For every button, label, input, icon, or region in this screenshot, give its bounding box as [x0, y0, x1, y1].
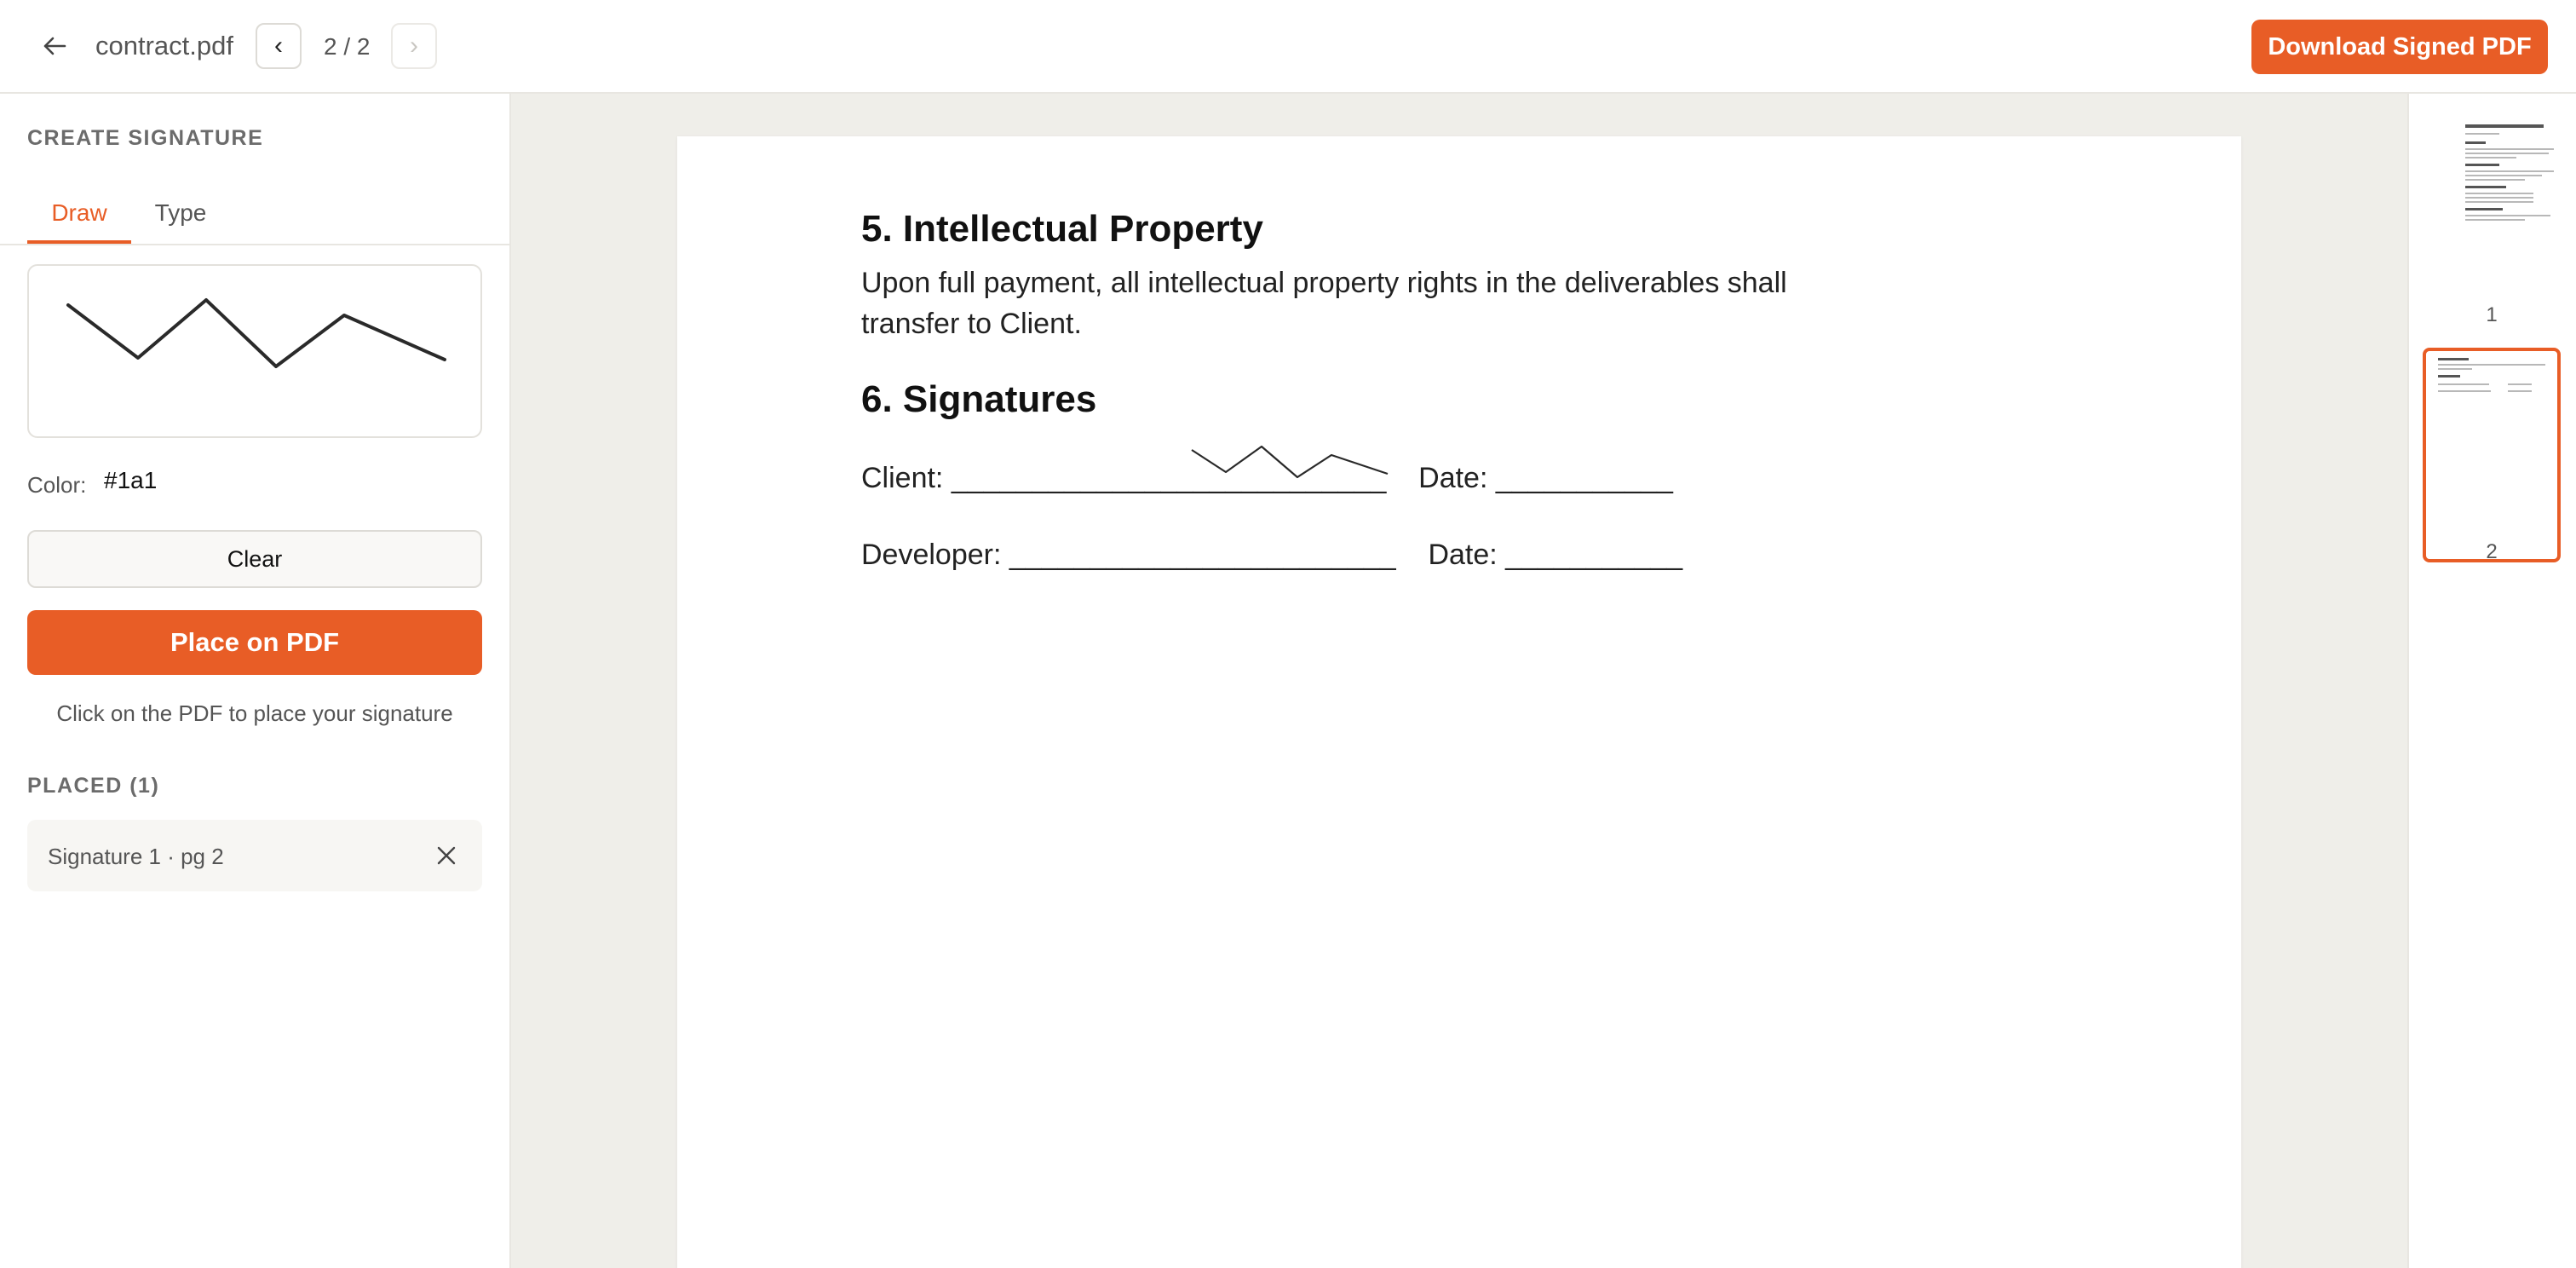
section-heading-signatures: 6. Signatures	[861, 378, 1097, 420]
page-thumbnails: 1 2	[2407, 94, 2576, 1268]
pdf-page[interactable]: 5. Intellectual Property Upon full payme…	[677, 136, 2241, 1268]
clear-button[interactable]: Clear	[27, 530, 482, 588]
page-thumbnail-1[interactable]: 1	[2423, 111, 2561, 326]
placed-signature[interactable]	[1188, 445, 1401, 487]
tab-type[interactable]: Type	[136, 191, 225, 244]
remove-signature-button[interactable]	[433, 842, 460, 869]
signature-mode-tabs: Draw Type	[0, 179, 509, 245]
signature-draw-canvas[interactable]	[27, 264, 482, 438]
download-signed-pdf-button[interactable]: Download Signed PDF	[2251, 20, 2548, 74]
close-icon	[437, 846, 456, 865]
place-on-pdf-button[interactable]: Place on PDF	[27, 610, 482, 675]
page-indicator: 2 / 2	[324, 33, 371, 60]
back-button[interactable]	[34, 26, 75, 66]
thumbnail-label: 1	[2486, 303, 2498, 326]
intellectual-property-text: Upon full payment, all intellectual prop…	[861, 267, 1787, 340]
developer-signature-line: Developer: ________________________ Date…	[861, 539, 1683, 571]
arrow-left-icon	[43, 37, 66, 55]
signature-sidebar: CREATE SIGNATURE Draw Type Color: #1a1 C…	[0, 94, 511, 1268]
color-input[interactable]: #1a1	[104, 467, 157, 494]
next-page-button[interactable]: ›	[391, 23, 437, 69]
tab-draw[interactable]: Draw	[27, 191, 131, 244]
placed-heading: PLACED (1)	[27, 774, 160, 798]
section-heading-intellectual-property: 5. Intellectual Property	[861, 208, 1263, 250]
placed-signature-item: Signature 1 · pg 2	[27, 820, 482, 891]
placed-signature-label: Signature 1 · pg 2	[48, 844, 224, 869]
previous-page-button[interactable]: ‹	[256, 23, 302, 69]
page-thumbnail-2[interactable]: 2	[2423, 348, 2561, 563]
drawn-signature	[66, 298, 446, 368]
file-name: contract.pdf	[95, 31, 233, 61]
color-label: Color:	[27, 472, 87, 498]
placement-hint: Click on the PDF to place your signature	[56, 700, 453, 726]
create-signature-heading: CREATE SIGNATURE	[27, 126, 264, 150]
top-bar: contract.pdf ‹ 2 / 2 › Download Signed P…	[0, 0, 2576, 94]
thumbnail-label: 2	[2486, 540, 2498, 563]
pdf-viewer[interactable]: 5. Intellectual Property Upon full payme…	[511, 94, 2407, 1268]
